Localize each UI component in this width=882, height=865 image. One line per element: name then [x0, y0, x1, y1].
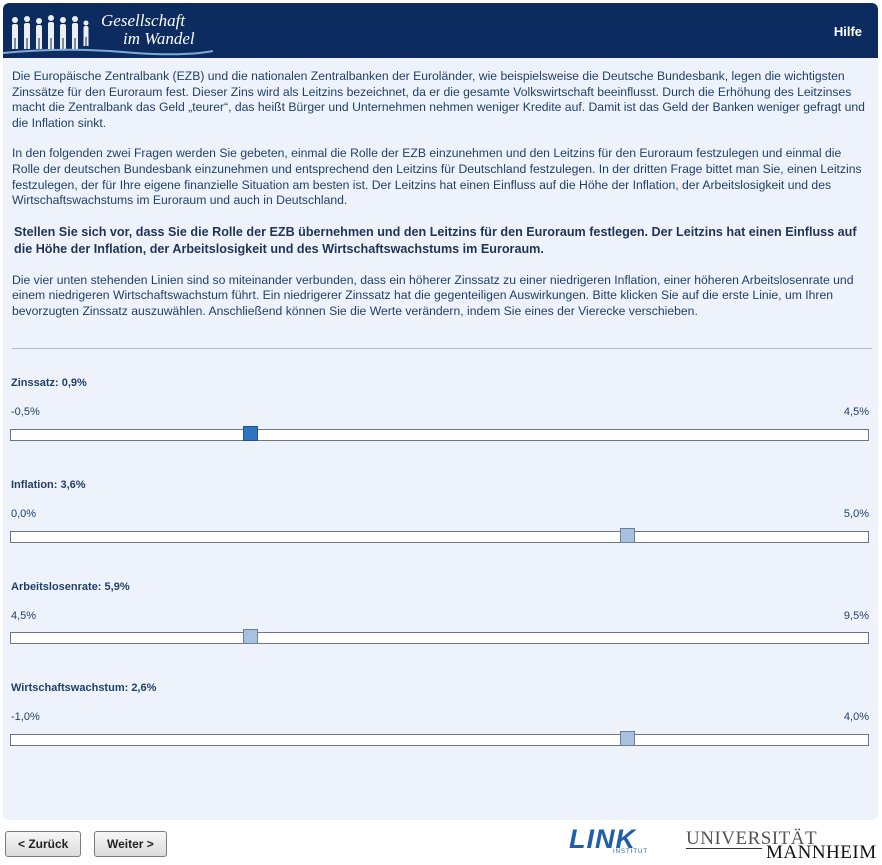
slider-label: Inflation: 3,6% [11, 479, 86, 491]
uni-logo-line2: MANNHEIM [766, 842, 877, 863]
instructions-text: Die vier unten stehenden Linien sind so … [12, 272, 854, 318]
link-logo-subtext: INSTITUT [613, 849, 648, 855]
slider-max-label: 4,5% [843, 406, 869, 418]
slider-min-label: -0,5% [11, 406, 40, 418]
slider-min-label: 4,5% [11, 610, 37, 622]
university-mannheim-logo: UNIVERSITÄT MANNHEIM [686, 828, 876, 863]
slider-min-label: -1,0% [11, 711, 40, 723]
slider-label: Wirtschaftswachstum: 2,6% [11, 682, 157, 694]
slider-handle[interactable] [620, 731, 636, 746]
slider-max-label: 5,0% [843, 508, 869, 520]
slider-track[interactable] [10, 731, 869, 746]
intro-paragraph-2: In den folgenden zwei Fragen werden Sie … [12, 146, 862, 208]
slider-track[interactable] [10, 629, 869, 644]
help-link[interactable]: Hilfe [834, 24, 862, 39]
slider-track[interactable] [10, 528, 869, 543]
slider-track[interactable] [10, 426, 869, 441]
slider-max-label: 9,5% [843, 610, 869, 622]
next-button[interactable]: Weiter > [94, 831, 167, 857]
slider-label: Zinssatz: 0,9% [11, 377, 87, 389]
logo-text-line2: im Wandel [123, 29, 195, 48]
survey-panel: Gesellschaft im Wandel Hilfe Die Europäi… [3, 3, 878, 820]
divider [12, 348, 872, 349]
logo-text-line1: Gesellschaft [101, 11, 186, 30]
slider-max-label: 4,0% [843, 711, 869, 723]
intro-paragraph-1: Die Europäische Zentralbank (EZB) und di… [12, 69, 865, 130]
slider-handle[interactable] [242, 629, 258, 644]
back-button[interactable]: < Zurück [5, 831, 82, 857]
question-text: Stellen Sie sich vor, dass Sie die Rolle… [14, 224, 857, 256]
intro-text: Die Europäische Zentralbank (EZB) und di… [12, 69, 872, 335]
slider-handle[interactable] [242, 426, 258, 441]
slider-label: Arbeitslosenrate: 5,9% [11, 581, 130, 593]
people-silhouettes-icon [12, 15, 89, 49]
link-institut-logo: LINK INSTITUT [569, 826, 651, 858]
slider-handle[interactable] [620, 528, 636, 543]
uni-logo-rule [686, 848, 762, 849]
slider-min-label: 0,0% [11, 508, 37, 520]
header-bar: Gesellschaft im Wandel Hilfe [3, 3, 878, 58]
